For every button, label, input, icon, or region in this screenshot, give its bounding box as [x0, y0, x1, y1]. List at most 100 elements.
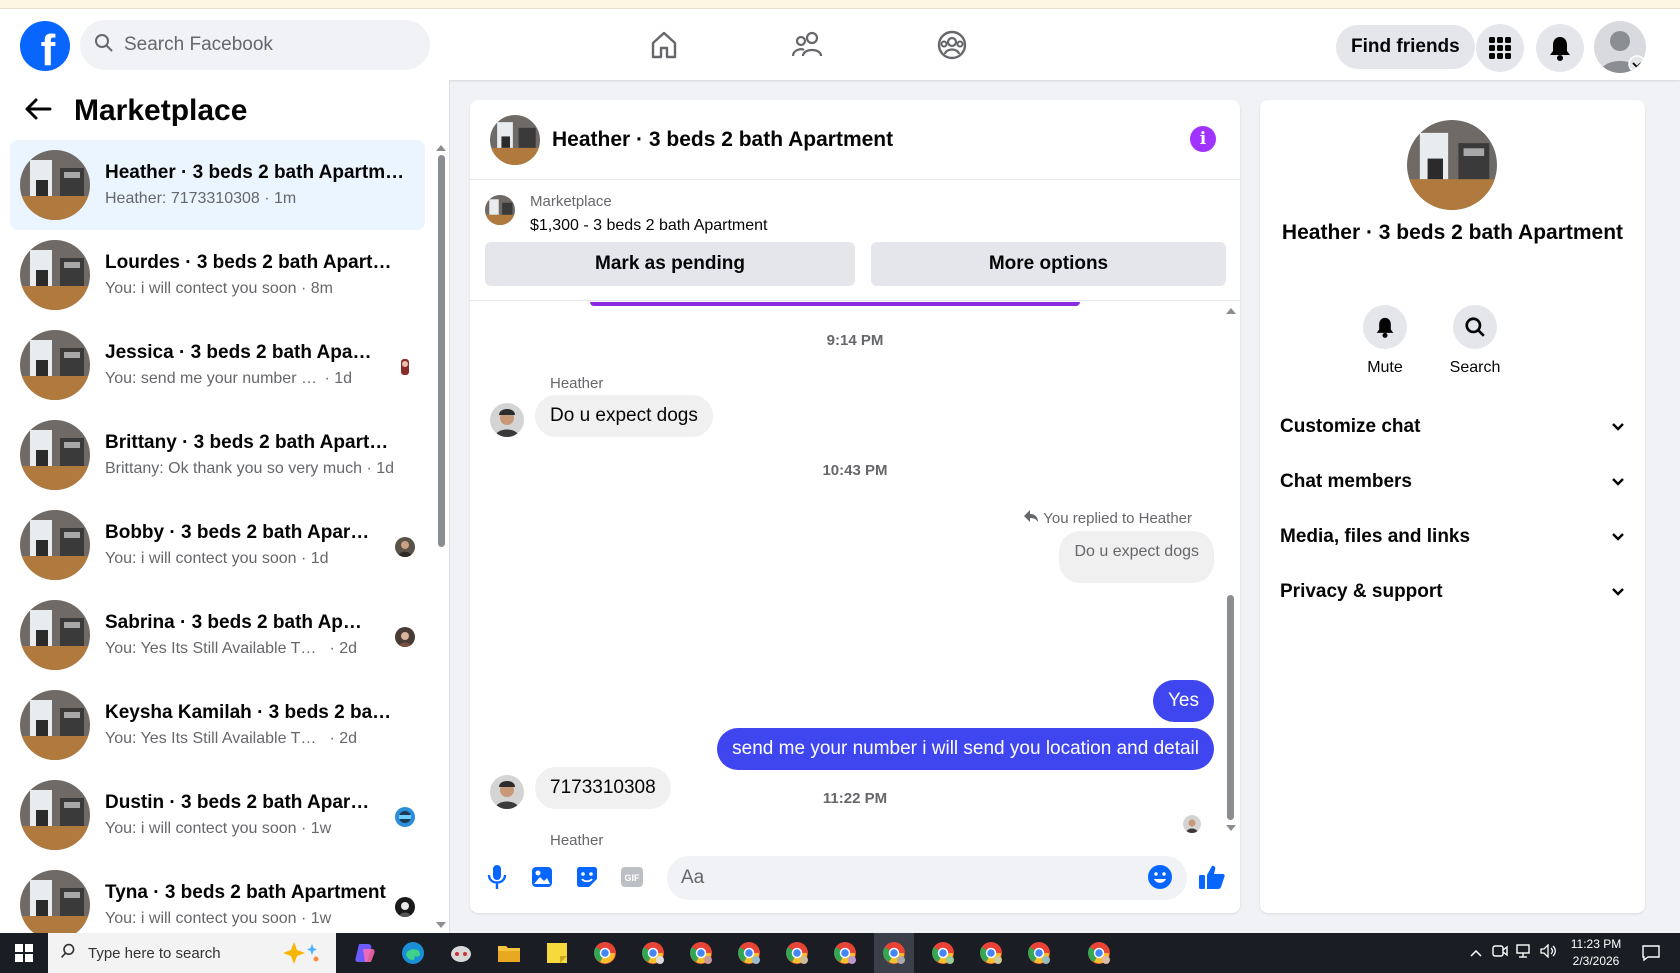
chat-title[interactable]: Heather · 3 beds 2 bath Apartment [552, 128, 893, 152]
bell-icon [1363, 305, 1407, 349]
friends-icon[interactable] [786, 23, 830, 67]
edge-browser-icon[interactable] [398, 938, 428, 968]
sender-avatar[interactable] [490, 775, 524, 809]
conversation-item[interactable]: Brittany · 3 beds 2 bath Apartment Britt… [10, 410, 425, 500]
conversation-snippet: You: i will contect you soon [105, 910, 297, 927]
listing-thumbnail [20, 240, 90, 310]
search-chat-button[interactable]: Search [1435, 305, 1515, 377]
sidebar-scrollbar[interactable] [438, 155, 445, 547]
chrome-profile-icon[interactable] [782, 938, 812, 968]
conversation-item[interactable]: Heather · 3 beds 2 bath Apartment Heathe… [10, 140, 425, 230]
conversation-time: 2d [339, 640, 358, 657]
info-icon[interactable]: i [1190, 126, 1216, 152]
conversation-title: Keysha Kamilah · 3 beds 2 bath Apartment [105, 702, 395, 723]
search-input[interactable] [124, 34, 384, 56]
media-files-links-section[interactable]: Media, files and links [1280, 517, 1625, 557]
mark-as-pending-button[interactable]: Mark as pending [485, 242, 855, 286]
conversation-snippet: Heather: 7173310308 [105, 190, 260, 207]
incoming-message[interactable]: Do u expect dogs [535, 395, 713, 437]
sender-avatar[interactable] [490, 403, 524, 437]
like-thumb-icon[interactable] [1198, 863, 1226, 891]
conversation-item[interactable]: Bobby · 3 beds 2 bath Apartment You: i w… [10, 500, 425, 590]
chrome-profile-icon[interactable] [1024, 938, 1054, 968]
conversation-item[interactable]: Sabrina · 3 beds 2 bath Apartment You: Y… [10, 590, 425, 680]
scroll-down-arrow-icon[interactable] [436, 922, 446, 928]
home-icon[interactable] [642, 23, 686, 67]
chat-listing-thumbnail[interactable] [490, 114, 540, 165]
conversation-title: Heather · 3 beds 2 bath Apartment [105, 162, 405, 183]
file-explorer-icon[interactable] [494, 938, 524, 968]
microphone-icon[interactable] [483, 863, 511, 891]
notifications-bell-icon[interactable] [1536, 24, 1584, 72]
conversation-item[interactable]: Dustin · 3 beds 2 bath Apartment You: i … [10, 770, 425, 860]
back-arrow-icon[interactable] [24, 97, 52, 126]
taskbar-clock[interactable]: 11:23 PM 2/3/2026 [1562, 936, 1630, 970]
profile-avatar[interactable] [1594, 21, 1646, 73]
menu-grid-icon[interactable] [1476, 24, 1524, 72]
search-icon [60, 943, 76, 963]
chrome-profile-icon[interactable] [976, 938, 1006, 968]
outgoing-message[interactable]: send me your number i will send you loca… [717, 728, 1214, 770]
incoming-message[interactable]: 7173310308 [535, 767, 671, 809]
conversation-snippet: Brittany: Ok thank you so very much [105, 460, 362, 477]
sticky-notes-icon[interactable] [542, 938, 572, 968]
find-friends-button[interactable]: Find friends [1336, 25, 1475, 69]
chrome-active-window-icon[interactable] [874, 933, 914, 973]
sender-name: Heather [550, 375, 604, 392]
conversation-snippet: You: i will contect you soon [105, 550, 297, 567]
listing-mini-thumbnail [485, 195, 515, 225]
chat-scroll-down-arrow-icon[interactable] [1226, 825, 1236, 831]
conversation-title: Tyna · 3 beds 2 bath Apartment [105, 882, 386, 903]
chrome-profile-icon[interactable] [1084, 938, 1114, 968]
previous-message-edge [590, 302, 1080, 306]
volume-icon[interactable] [1540, 942, 1558, 963]
more-options-button[interactable]: More options [871, 242, 1226, 286]
chrome-profile-icon[interactable] [928, 938, 958, 968]
copilot-app-icon[interactable] [350, 938, 380, 968]
conversation-time: 1d [334, 370, 353, 387]
reply-note: You replied to Heather [1023, 509, 1192, 527]
groups-icon[interactable] [930, 23, 974, 67]
conversation-item[interactable]: Jessica · 3 beds 2 bath Apartment You: s… [10, 320, 425, 410]
photo-icon[interactable] [528, 863, 556, 891]
chrome-icon[interactable] [590, 938, 620, 968]
conversation-snippet: You: send me your number i will send you… [105, 370, 320, 387]
facebook-search[interactable] [80, 20, 430, 70]
chrome-profile-icon[interactable] [734, 938, 764, 968]
chat-scrollbar[interactable] [1227, 595, 1234, 820]
chrome-profile-icon[interactable] [638, 938, 668, 968]
sticker-icon[interactable] [573, 863, 601, 891]
chat-members-section[interactable]: Chat members [1280, 462, 1625, 502]
network-icon[interactable] [1516, 943, 1532, 963]
conversation-title: Lourdes · 3 beds 2 bath Apartment [105, 252, 405, 273]
chatbot-app-icon[interactable] [446, 938, 476, 968]
chevron-up-icon[interactable] [1470, 944, 1482, 962]
mute-button[interactable]: Mute [1345, 305, 1425, 377]
conversation-title: Brittany · 3 beds 2 bath Apartment [105, 432, 405, 453]
conversation-item[interactable]: Keysha Kamilah · 3 beds 2 bath Apartment… [10, 680, 425, 770]
conversation-sidebar: Marketplace Heather · 3 beds 2 bath Apar… [0, 80, 450, 940]
chat-header: Heather · 3 beds 2 bath Apartment i [470, 100, 1240, 180]
chat-scroll-up-arrow-icon[interactable] [1226, 308, 1236, 314]
facebook-logo-icon[interactable]: f [20, 21, 70, 71]
taskbar-search[interactable]: Type here to search [48, 933, 336, 973]
listing-thumbnail [20, 510, 90, 580]
customize-chat-section[interactable]: Customize chat [1280, 407, 1625, 447]
meet-now-icon[interactable] [1492, 944, 1508, 963]
emoji-icon[interactable] [1146, 863, 1174, 891]
listing-detail[interactable]: $1,300 - 3 beds 2 bath Apartment [530, 217, 768, 235]
conversation-item[interactable]: Lourdes · 3 beds 2 bath Apartment You: i… [10, 230, 425, 320]
privacy-support-section[interactable]: Privacy & support [1280, 572, 1625, 612]
gif-icon[interactable]: GIF [618, 863, 646, 891]
notification-center-icon[interactable] [1642, 933, 1660, 973]
scroll-up-arrow-icon[interactable] [436, 145, 446, 151]
chrome-profile-icon[interactable] [686, 938, 716, 968]
chrome-profile-icon[interactable] [830, 938, 860, 968]
message-input[interactable] [667, 856, 1187, 900]
outgoing-message[interactable]: Yes [1153, 680, 1214, 722]
svg-text:GIF: GIF [625, 873, 641, 883]
section-label: Privacy & support [1280, 581, 1443, 602]
chat-info-title: Heather · 3 beds 2 bath Apartment [1281, 221, 1624, 244]
windows-start-icon[interactable] [0, 933, 48, 973]
quoted-message[interactable]: Do u expect dogs [1059, 531, 1214, 583]
